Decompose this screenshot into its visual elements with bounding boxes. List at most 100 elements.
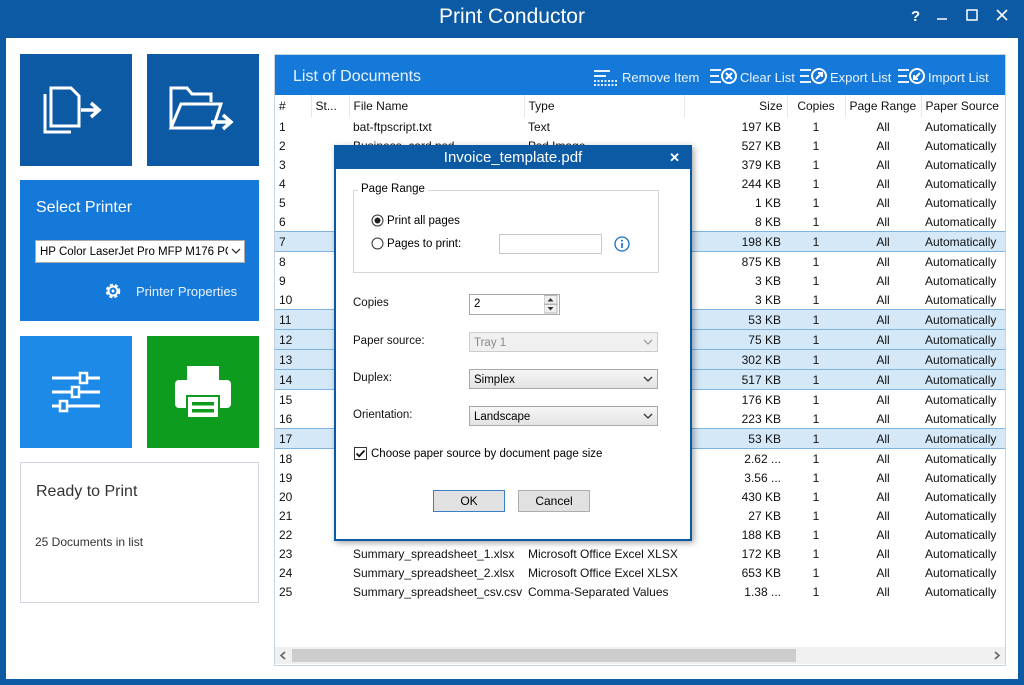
column-header[interactable]: Page Range [845, 95, 922, 117]
settings-button[interactable] [20, 336, 132, 448]
remove-item-button[interactable]: Remove Item [593, 67, 699, 87]
row-status [311, 544, 349, 563]
column-header[interactable]: Type [524, 95, 685, 117]
import-list-button[interactable]: Import List [897, 67, 989, 87]
row-size: 3.56 ... [744, 470, 781, 485]
pages-to-print-radio[interactable]: Pages to print: [371, 237, 461, 250]
duplex-value: Simplex [474, 374, 515, 386]
row-page-range: All [876, 138, 890, 153]
column-header[interactable]: Paper Source [921, 95, 1005, 117]
scroll-right-icon[interactable] [988, 647, 1005, 664]
orientation-select[interactable]: Landscape [469, 406, 658, 426]
row-paper-source: Automatically [925, 176, 997, 191]
row-page-range: All [876, 527, 890, 542]
row-copies: 1 [787, 231, 845, 252]
add-documents-button[interactable] [20, 54, 132, 166]
row-page-range: All [876, 584, 890, 599]
pages-input[interactable] [499, 234, 602, 254]
table-header-row: # St... File Name Type Size Copies Page … [275, 95, 1005, 117]
printer-properties-button[interactable]: Printer Properties [102, 280, 237, 302]
scrollbar-thumb[interactable] [292, 649, 796, 662]
row-status [311, 117, 349, 136]
maximize-button[interactable] [966, 8, 978, 25]
radio-checked-icon [371, 214, 384, 227]
column-header[interactable]: Copies [787, 95, 846, 117]
close-button[interactable] [996, 8, 1008, 25]
table-row[interactable]: 23 Summary_spreadsheet_1.xlsx Microsoft Of… [275, 544, 1005, 563]
row-page-range: All [876, 119, 890, 134]
row-number: 11 [275, 309, 311, 330]
chevron-down-icon [643, 339, 653, 345]
row-paper-source: Automatically [921, 329, 1005, 350]
radio-unchecked-icon [371, 237, 384, 250]
info-icon[interactable] [614, 236, 630, 252]
row-file-name: Summary_spreadsheet_1.xlsx [353, 546, 515, 561]
help-button[interactable]: ? [911, 8, 920, 25]
printer-select[interactable]: HP Color LaserJet Pro MFP M176 PC [35, 240, 245, 263]
choose-source-checkbox[interactable]: Choose paper source by document page siz… [354, 447, 602, 460]
paper-source-label: Paper source: [353, 335, 425, 347]
row-paper-source: Automatically [925, 138, 997, 153]
row-paper-source: Automatically [925, 392, 997, 407]
list-header: List of Documents Remove Item Clear List [275, 55, 1005, 95]
row-type: Comma-Separated Values [528, 584, 669, 599]
row-copies: 1 [812, 254, 820, 269]
row-copies: 1 [812, 451, 820, 466]
row-page-range: All [876, 273, 890, 288]
copies-stepper[interactable]: 2 [469, 294, 560, 315]
dialog-close-button[interactable]: ✕ [669, 150, 680, 166]
row-type: Microsoft Office Excel XLSX [528, 546, 678, 561]
row-file-name: Summary_spreadsheet_csv.csv [353, 584, 523, 599]
row-copies: 1 [812, 292, 820, 307]
scroll-left-icon[interactable] [275, 647, 292, 664]
row-page-range: All [845, 369, 921, 390]
row-paper-source: Automatically [925, 527, 997, 542]
print-all-radio[interactable]: Print all pages [371, 214, 460, 227]
table-row[interactable]: 25 Summary_spreadsheet_csv.csv Comma-Separ… [275, 582, 1005, 601]
column-header[interactable]: Size [684, 95, 788, 117]
row-size: 527 KB [741, 138, 781, 153]
table-row[interactable]: 24 Summary_spreadsheet_2.xlsx Microsoft Of… [275, 563, 1005, 582]
print-button[interactable] [147, 336, 259, 448]
column-header[interactable]: File Name [349, 95, 525, 117]
row-copies: 1 [812, 157, 820, 172]
clear-list-button[interactable]: Clear List [709, 67, 795, 87]
row-page-range: All [845, 329, 921, 350]
clear-list-icon [710, 68, 737, 84]
column-header[interactable]: St... [311, 95, 350, 117]
row-page-range: All [876, 411, 890, 426]
horizontal-scrollbar[interactable] [275, 647, 1005, 664]
select-printer-panel: Select Printer HP Color LaserJet Pro MFP… [20, 180, 259, 321]
status-title: Ready to Print [36, 483, 138, 500]
cancel-button[interactable]: Cancel [518, 490, 590, 512]
row-page-range: All [876, 157, 890, 172]
row-copies: 1 [812, 214, 820, 229]
row-copies: 1 [787, 309, 845, 330]
duplex-select[interactable]: Simplex [469, 369, 658, 389]
row-size: 653 KB [741, 565, 781, 580]
row-number: 10 [279, 292, 293, 307]
column-header[interactable]: # [275, 95, 312, 117]
row-page-range: All [876, 214, 890, 229]
row-paper-source: Automatically [925, 489, 997, 504]
row-file-name: Summary_spreadsheet_2.xlsx [353, 565, 515, 580]
row-page-range: All [876, 508, 890, 523]
row-number: 1 [279, 119, 286, 134]
add-folder-button[interactable] [147, 54, 259, 166]
print-all-label: Print all pages [387, 214, 460, 227]
row-paper-source: Automatically [925, 157, 997, 172]
row-size: 176 KB [741, 392, 781, 407]
minimize-button[interactable] [936, 8, 948, 25]
stepper-arrows-icon[interactable] [544, 295, 558, 314]
row-page-range: All [845, 231, 921, 252]
table-row[interactable]: 1 bat-ftpscript.txt Text 197 KB 1 All Automati… [275, 117, 1005, 136]
row-copies: 1 [812, 470, 820, 485]
title-bar: Print Conductor ? [0, 0, 1024, 38]
row-size: 53 KB [684, 309, 787, 330]
row-paper-source: Automatically [921, 349, 1005, 370]
printer-properties-label: Printer Properties [136, 283, 238, 299]
export-list-button[interactable]: Export List [799, 67, 891, 87]
row-size: 379 KB [741, 157, 781, 172]
row-paper-source: Automatically [925, 470, 997, 485]
ok-button[interactable]: OK [433, 490, 505, 512]
